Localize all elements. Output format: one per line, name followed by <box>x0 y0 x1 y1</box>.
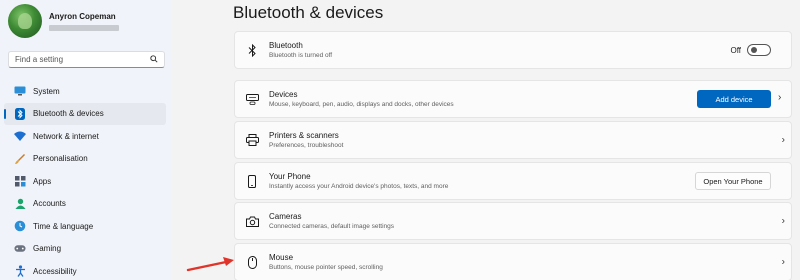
apps-icon <box>14 175 26 187</box>
open-your-phone-button[interactable]: Open Your Phone <box>695 172 771 190</box>
phone-icon <box>245 174 259 188</box>
sidebar-item-label: Time & language <box>33 221 94 231</box>
sidebar-item-personalisation[interactable]: Personalisation <box>4 148 166 171</box>
printer-icon <box>245 133 259 147</box>
card-title: Printers & scanners <box>269 131 339 140</box>
card-subtitle: Preferences, troubleshoot <box>269 142 344 149</box>
card-subtitle: Buttons, mouse pointer speed, scrolling <box>269 264 383 271</box>
chevron-right-icon: › <box>781 256 785 268</box>
sidebar-item-label: Bluetooth & devices <box>33 109 104 119</box>
printers-card[interactable]: Printers & scanners Preferences, trouble… <box>234 121 792 159</box>
card-title: Cameras <box>269 212 302 221</box>
sidebar-item-label: Accounts <box>33 199 66 209</box>
page-title: Bluetooth & devices <box>233 3 384 22</box>
sidebar-item-label: Gaming <box>33 244 62 254</box>
sidebar-nav: System Bluetooth & devices Network & int… <box>4 80 166 280</box>
chevron-right-icon: › <box>781 134 785 146</box>
sidebar-item-network[interactable]: Network & internet <box>4 125 166 148</box>
sidebar-item-label: Network & internet <box>33 131 99 141</box>
search-icon[interactable] <box>150 54 158 65</box>
card-subtitle: Mouse, keyboard, pen, audio, displays an… <box>269 101 454 108</box>
search-box <box>8 51 165 68</box>
your-phone-card[interactable]: Your Phone Instantly access your Android… <box>234 162 792 200</box>
devices-card[interactable]: Devices Mouse, keyboard, pen, audio, dis… <box>234 80 792 118</box>
toggle-state-label: Off <box>730 45 741 55</box>
monitor-icon <box>14 85 26 97</box>
card-title: Devices <box>269 90 298 99</box>
sidebar-item-label: Accessibility <box>33 266 77 276</box>
sidebar: Anyron Copeman System Bluetooth & device… <box>0 0 172 280</box>
card-subtitle: Connected cameras, default image setting… <box>269 223 395 230</box>
sidebar-item-accessibility[interactable]: Accessibility <box>4 260 166 280</box>
card-title: Mouse <box>269 253 294 262</box>
annotation-arrow-icon <box>186 257 234 272</box>
mouse-icon <box>245 255 259 269</box>
chevron-right-icon: › <box>778 92 782 103</box>
sidebar-item-gaming[interactable]: Gaming <box>4 238 166 261</box>
sidebar-item-label: Apps <box>33 176 52 186</box>
bluetooth-toggle[interactable] <box>747 44 771 56</box>
sidebar-item-apps[interactable]: Apps <box>4 170 166 193</box>
user-profile[interactable]: Anyron Copeman <box>8 4 119 38</box>
globe-clock-icon <box>14 220 26 232</box>
bluetooth-card: Bluetooth Bluetooth is turned off Off <box>234 31 792 69</box>
card-subtitle: Bluetooth is turned off <box>269 52 333 59</box>
sidebar-item-system[interactable]: System <box>4 80 166 103</box>
search-input[interactable] <box>15 55 150 64</box>
bluetooth-icon <box>245 43 259 57</box>
sidebar-item-label: System <box>33 86 60 96</box>
gamepad-icon <box>14 243 26 255</box>
sidebar-item-accounts[interactable]: Accounts <box>4 193 166 216</box>
keyboard-icon <box>245 92 259 106</box>
mouse-card[interactable]: Mouse Buttons, mouse pointer speed, scro… <box>234 243 792 280</box>
profile-email-redacted <box>49 24 119 31</box>
sidebar-item-label: Personalisation <box>33 154 88 164</box>
cameras-card[interactable]: Cameras Connected cameras, default image… <box>234 202 792 240</box>
sidebar-item-time-language[interactable]: Time & language <box>4 215 166 238</box>
card-title: Your Phone <box>269 172 311 181</box>
card-title: Bluetooth <box>269 41 303 50</box>
camera-icon <box>245 214 259 228</box>
avatar <box>8 4 42 38</box>
card-subtitle: Instantly access your Android device's p… <box>269 183 449 190</box>
person-icon <box>14 198 26 210</box>
profile-name: Anyron Copeman <box>49 11 116 21</box>
brush-icon <box>14 153 26 165</box>
sidebar-item-bluetooth[interactable]: Bluetooth & devices <box>4 102 166 125</box>
accessibility-icon <box>14 265 26 278</box>
bluetooth-icon <box>14 107 26 120</box>
add-device-button[interactable]: Add device <box>697 90 771 108</box>
bluetooth-toggle-group: Off <box>730 44 771 56</box>
wifi-icon <box>14 130 26 142</box>
chevron-right-icon: › <box>781 215 785 227</box>
